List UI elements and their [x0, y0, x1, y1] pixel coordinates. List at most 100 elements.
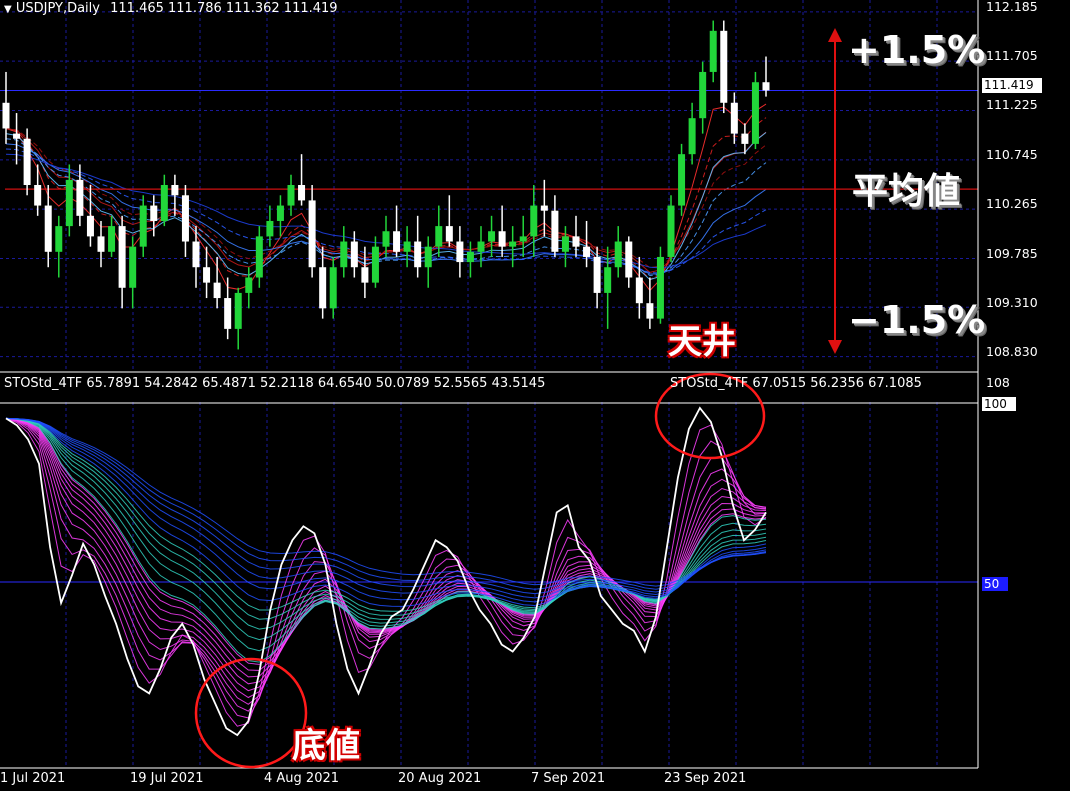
candle-body [65, 179, 73, 227]
candle-body [635, 277, 643, 304]
arrow-up-icon [828, 28, 842, 42]
candle-body [583, 246, 591, 257]
candle-body [572, 236, 580, 247]
price-tick: 111.705 [986, 48, 1038, 63]
arrow-down-icon [828, 340, 842, 354]
annotation-top: 天井 [668, 322, 736, 362]
collapse-triangle-icon[interactable]: ▼ [4, 4, 12, 15]
candle-body [709, 30, 717, 72]
stoch-line [5, 417, 767, 705]
candle-body [699, 71, 707, 119]
candle-body [44, 205, 52, 252]
candle-body [477, 241, 485, 252]
candle-body [593, 256, 601, 293]
candle-body [97, 236, 105, 252]
candle-body [678, 154, 686, 206]
candle-body [361, 267, 369, 283]
candle-body [614, 241, 622, 268]
indicator-scale-top: 108 [986, 375, 1010, 390]
candle-body [329, 267, 337, 309]
candle-body [108, 226, 116, 252]
candle-body [466, 251, 474, 263]
stoch-line [5, 417, 767, 652]
stoch-line [5, 417, 767, 685]
candle-body [308, 200, 316, 268]
candle-body [13, 133, 21, 139]
price-tick: 112.185 [986, 0, 1038, 14]
candle-body [213, 282, 221, 299]
candle-body [224, 298, 232, 329]
ohlc-values: 111.465 111.786 111.362 111.419 [110, 1, 338, 16]
candle-body [203, 267, 211, 283]
price-tick: 109.310 [986, 295, 1038, 310]
candle-body [160, 185, 168, 221]
x-tick-label: 7 Sep 2021 [531, 771, 606, 786]
candle-body [319, 267, 327, 309]
candle-body [23, 138, 31, 185]
candle-body [76, 179, 84, 216]
candle-body [255, 236, 263, 278]
candle-body [751, 82, 759, 144]
candle-body [435, 226, 443, 247]
candle-body [498, 231, 506, 247]
candle-body [192, 241, 200, 268]
candle-body [181, 195, 189, 242]
candle-body [150, 205, 158, 221]
candle-body [129, 246, 137, 288]
candle-body [445, 226, 453, 242]
stoch-line [5, 417, 767, 599]
candle-body [730, 102, 738, 134]
candle-body [298, 185, 306, 201]
x-tick-label: 19 Jul 2021 [130, 771, 204, 786]
candle-body [382, 231, 390, 247]
candle-body [34, 185, 42, 206]
annotation-mean: 平均値 [852, 171, 961, 212]
annotation-minus: −1.5% [848, 298, 986, 342]
candle-body [540, 205, 548, 211]
candle-body [245, 277, 253, 293]
candle-body [287, 185, 295, 206]
candle-body [393, 231, 401, 252]
candle-body [403, 241, 411, 252]
chart-canvas [0, 0, 979, 769]
candle-body [519, 236, 527, 242]
candle-body [234, 292, 242, 329]
level-100-box: 100 [982, 397, 1016, 411]
candle-body [371, 246, 379, 283]
candle-body [551, 210, 559, 252]
candle-body [139, 205, 147, 247]
candle-body [424, 246, 432, 268]
symbol-label: USDJPY,Daily [15, 1, 100, 16]
stoch-line [5, 417, 767, 699]
stoch-line [5, 417, 767, 587]
stoch-line [5, 417, 767, 595]
candle-body [688, 118, 696, 155]
candle-body [2, 102, 10, 129]
annotation-plus: +1.5% [848, 28, 986, 72]
candle-body [456, 241, 464, 263]
candle-body [656, 256, 664, 319]
candle-body [488, 231, 496, 242]
x-tick-label: 23 Sep 2021 [664, 771, 747, 786]
candle-body [762, 82, 770, 91]
candle-body [720, 30, 728, 103]
candle-body [625, 241, 633, 278]
stoch-line [5, 417, 767, 641]
price-tick: 111.225 [986, 97, 1038, 112]
candle-body [604, 267, 612, 293]
candle-body [741, 133, 749, 144]
stochastic-series [0, 406, 978, 737]
candle-body [266, 220, 274, 237]
candle-body [561, 236, 569, 252]
candle-body [340, 241, 348, 268]
candle-body [530, 205, 538, 237]
x-tick-label: 20 Aug 2021 [398, 771, 482, 786]
price-tick: 110.745 [986, 147, 1038, 162]
candle-body [646, 303, 654, 319]
candle-body [276, 205, 284, 221]
candle-body [86, 215, 94, 237]
current-price-box: 111.419 [982, 78, 1042, 93]
annotation-bottom: 底値 [292, 726, 360, 766]
price-tick: 109.785 [986, 246, 1038, 261]
x-tick-label: 4 Aug 2021 [264, 771, 340, 786]
